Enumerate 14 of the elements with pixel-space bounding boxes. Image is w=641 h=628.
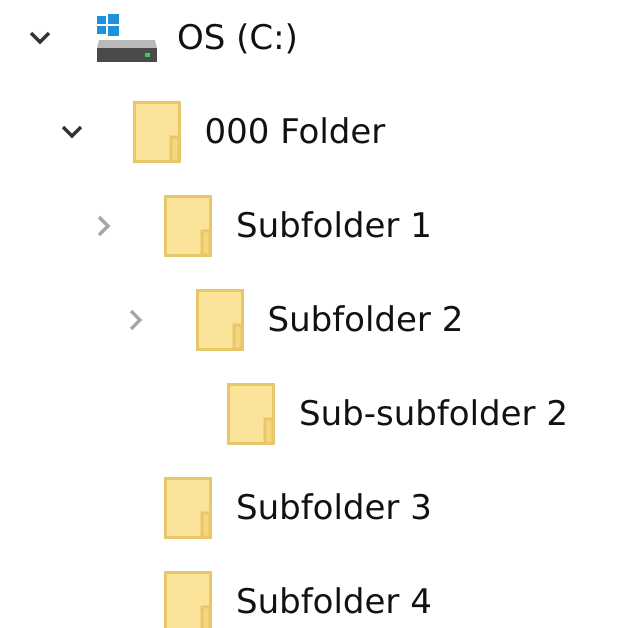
folder-icon xyxy=(196,289,244,351)
folder-label[interactable]: Sub-subfolder 2 xyxy=(299,388,568,440)
folder-label[interactable]: Subfolder 2 xyxy=(268,294,464,346)
folder-icon xyxy=(164,195,212,257)
folder-label[interactable]: Subfolder 3 xyxy=(236,482,432,534)
folder-label[interactable]: 000 Folder xyxy=(204,106,386,158)
folder-label[interactable]: Subfolder 4 xyxy=(236,576,432,628)
folder-icon xyxy=(164,477,212,539)
folder-icon xyxy=(227,383,275,445)
drive-label[interactable]: OS (C:) xyxy=(177,12,298,64)
folder-icon xyxy=(132,101,180,163)
folder-label[interactable]: Subfolder 1 xyxy=(236,200,432,252)
folder-icon xyxy=(164,571,212,628)
drive-icon xyxy=(97,14,157,62)
